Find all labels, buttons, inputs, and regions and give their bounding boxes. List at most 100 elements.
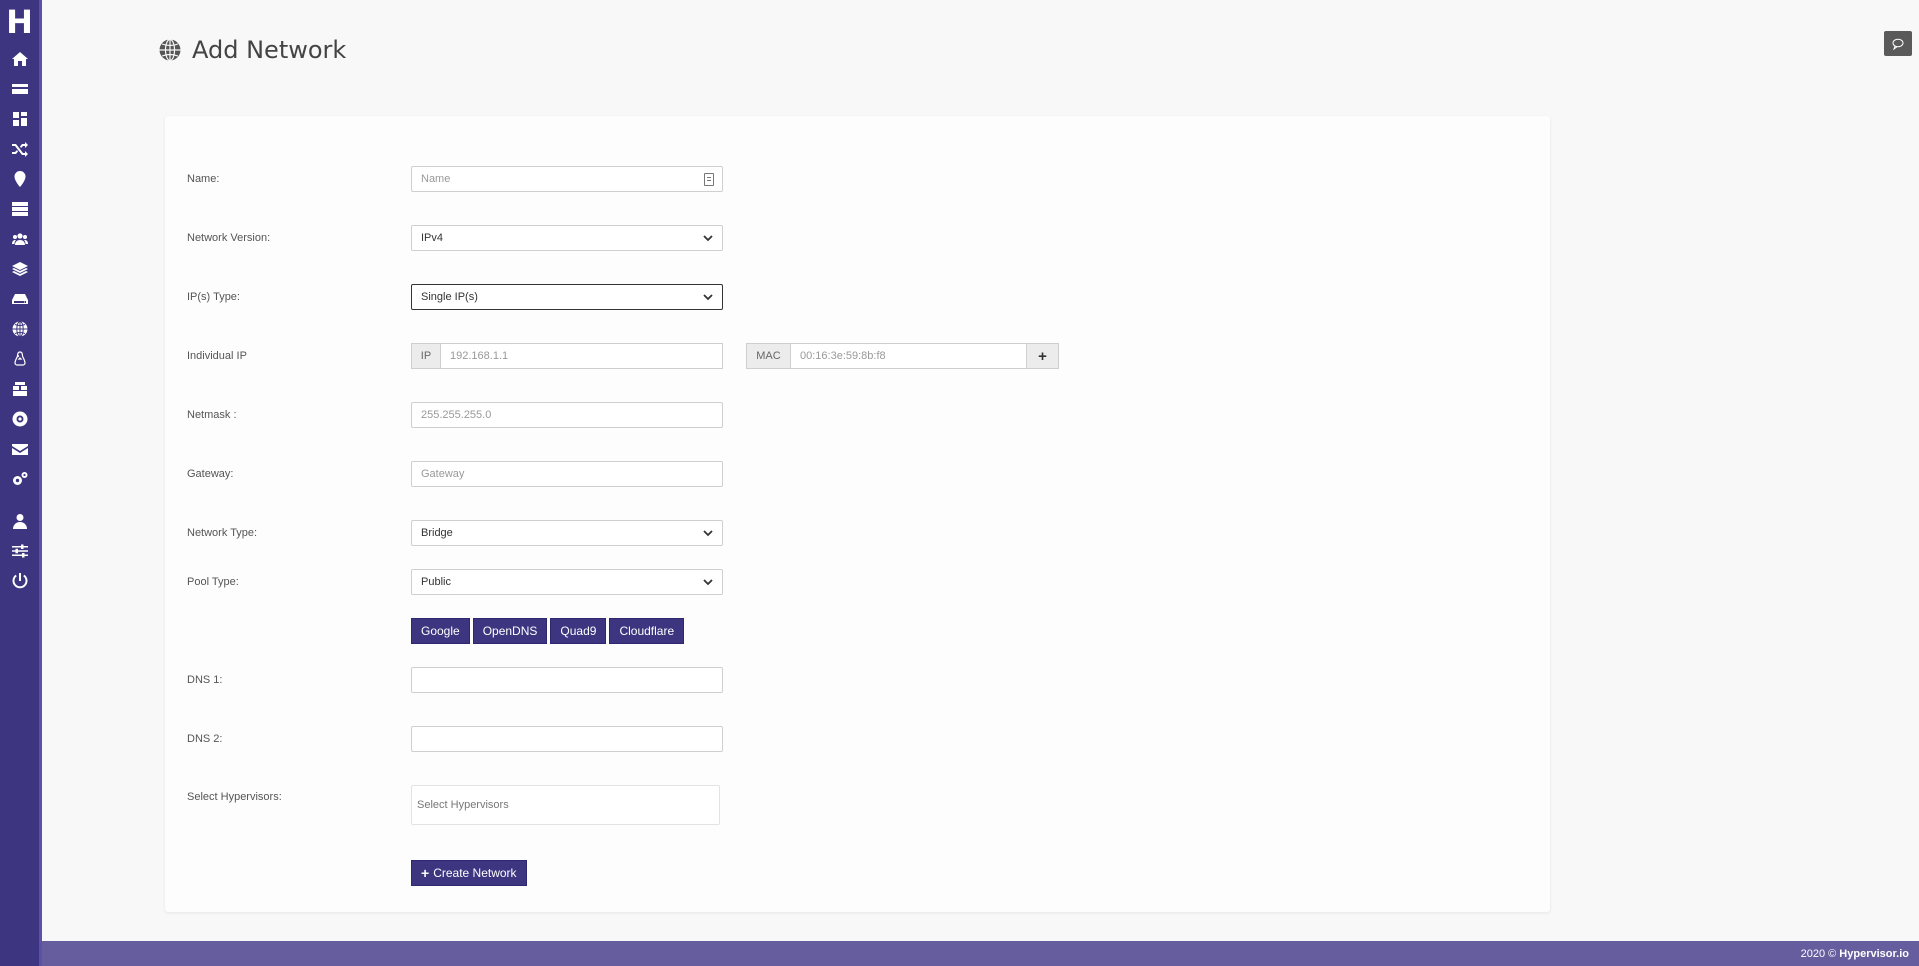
sliders-icon — [11, 544, 28, 558]
netmask-input[interactable]: 255.255.255.0 — [411, 402, 723, 428]
dns2-input[interactable] — [411, 726, 723, 752]
sidebar-item-profile[interactable] — [0, 506, 39, 536]
network-type-wrap: Bridge — [411, 520, 723, 546]
ip-type-label: IP(s) Type: — [187, 291, 240, 303]
sidebar-item-preferences[interactable] — [0, 536, 39, 566]
ip-type-select[interactable]: Single IP(s) — [411, 284, 723, 310]
dns-preset-opendns[interactable]: OpenDNS — [472, 618, 548, 644]
gateway-label: Gateway: — [187, 468, 234, 480]
dns-preset-quad9[interactable]: Quad9 — [550, 618, 607, 644]
dashboard-icon — [12, 112, 27, 126]
sidebar-item-packages[interactable] — [0, 374, 39, 404]
sidebar-item-isos[interactable] — [0, 404, 39, 434]
network-version-wrap: IPv4 — [411, 225, 723, 251]
hypervisors-multiselect[interactable]: Select Hypervisors — [411, 785, 720, 825]
sidebar-item-home[interactable] — [0, 44, 39, 74]
ip-input-group: IP 192.168.1.1 — [411, 343, 723, 369]
sidebar-item-mail[interactable] — [0, 434, 39, 464]
contact-card-icon[interactable] — [704, 173, 714, 186]
plus-icon: + — [421, 865, 430, 881]
globe-icon — [12, 321, 27, 337]
sidebar-item-storage[interactable] — [0, 284, 39, 314]
add-ip-button[interactable]: + — [1027, 343, 1059, 369]
sidebar-item-dashboard[interactable] — [0, 104, 39, 134]
sidebar: H — [0, 0, 42, 966]
dns-preset-google[interactable]: Google — [411, 618, 470, 644]
page-title: Add Network — [192, 36, 347, 64]
chevron-down-icon — [703, 530, 713, 537]
name-input[interactable]: Name — [411, 166, 723, 192]
power-icon — [12, 573, 27, 589]
ip-group: IP 192.168.1.1 — [411, 343, 723, 369]
ip-input[interactable]: 192.168.1.1 — [441, 343, 723, 369]
name-input-wrap: Name — [411, 166, 723, 192]
page-header: Add Network — [158, 36, 346, 64]
create-network-button[interactable]: + Create Network — [411, 860, 527, 886]
logo[interactable]: H — [0, 0, 39, 44]
gateway-input[interactable]: Gateway — [411, 461, 723, 487]
boxes-icon — [12, 382, 27, 396]
layers-icon — [11, 262, 28, 276]
chevron-down-icon — [703, 294, 713, 301]
dns1-input[interactable] — [411, 667, 723, 693]
feedback-button[interactable] — [1884, 31, 1912, 56]
mac-addon: MAC — [746, 343, 791, 369]
mac-group: MAC 00:16:3e:59:8b:f8 + — [746, 343, 1059, 369]
sidebar-item-billing[interactable] — [0, 74, 39, 104]
users-icon — [11, 233, 28, 245]
home-icon — [11, 52, 28, 66]
comment-icon — [1892, 38, 1904, 50]
netmask-label: Netmask : — [187, 409, 237, 421]
sidebar-divider — [0, 494, 39, 506]
mac-input[interactable]: 00:16:3e:59:8b:f8 — [791, 343, 1027, 369]
network-version-select[interactable]: IPv4 — [411, 225, 723, 251]
dns-preset-buttons: Google OpenDNS Quad9 Cloudflare — [411, 618, 687, 644]
network-type-select[interactable]: Bridge — [411, 520, 723, 546]
sidebar-nav — [0, 44, 39, 596]
sidebar-item-logout[interactable] — [0, 566, 39, 596]
dns2-label: DNS 2: — [187, 733, 223, 745]
ip-addon: IP — [411, 343, 441, 369]
sidebar-item-migrations[interactable] — [0, 134, 39, 164]
hypervisors-wrap: Select Hypervisors — [411, 785, 720, 825]
dns2-wrap — [411, 726, 723, 752]
linux-icon — [13, 351, 26, 366]
location-pin-icon — [14, 171, 25, 187]
ip-placeholder: 192.168.1.1 — [450, 350, 509, 362]
pool-type-value: Public — [421, 576, 451, 588]
pool-type-label: Pool Type: — [187, 576, 239, 588]
hypervisors-label: Select Hypervisors: — [187, 791, 282, 803]
sidebar-item-users[interactable] — [0, 224, 39, 254]
card-icon — [11, 84, 28, 94]
sidebar-item-settings[interactable] — [0, 464, 39, 494]
sidebar-item-layers[interactable] — [0, 254, 39, 284]
cogs-icon — [12, 472, 27, 485]
envelope-icon — [11, 444, 28, 455]
pool-type-select[interactable]: Public — [411, 569, 723, 595]
footer-brand-link[interactable]: Hypervisor.io — [1839, 948, 1909, 960]
individual-ip-label: Individual IP — [187, 350, 247, 362]
network-type-label: Network Type: — [187, 527, 258, 539]
network-version-label: Network Version: — [187, 232, 271, 244]
footer-year: 2020 © — [1800, 947, 1837, 960]
ip-type-value: Single IP(s) — [421, 291, 478, 303]
create-network-label: Create Network — [433, 866, 517, 880]
mac-placeholder: 00:16:3e:59:8b:f8 — [800, 350, 886, 362]
hard-drive-icon — [11, 294, 28, 304]
dns1-label: DNS 1: — [187, 674, 223, 686]
sidebar-item-locations[interactable] — [0, 164, 39, 194]
ip-type-wrap: Single IP(s) — [411, 284, 723, 310]
sidebar-item-servers[interactable] — [0, 194, 39, 224]
chevron-down-icon — [703, 235, 713, 242]
sidebar-item-networks[interactable] — [0, 314, 39, 344]
sidebar-item-os-templates[interactable] — [0, 344, 39, 374]
pool-type-wrap: Public — [411, 569, 723, 595]
footer: 2020 © Hypervisor.io — [42, 941, 1919, 966]
gateway-wrap: Gateway — [411, 461, 723, 487]
netmask-wrap: 255.255.255.0 — [411, 402, 723, 428]
netmask-placeholder: 255.255.255.0 — [421, 409, 492, 421]
network-version-value: IPv4 — [421, 232, 444, 244]
gateway-placeholder: Gateway — [421, 468, 465, 480]
dns-preset-cloudflare[interactable]: Cloudflare — [609, 618, 685, 644]
shuffle-icon — [11, 142, 28, 157]
